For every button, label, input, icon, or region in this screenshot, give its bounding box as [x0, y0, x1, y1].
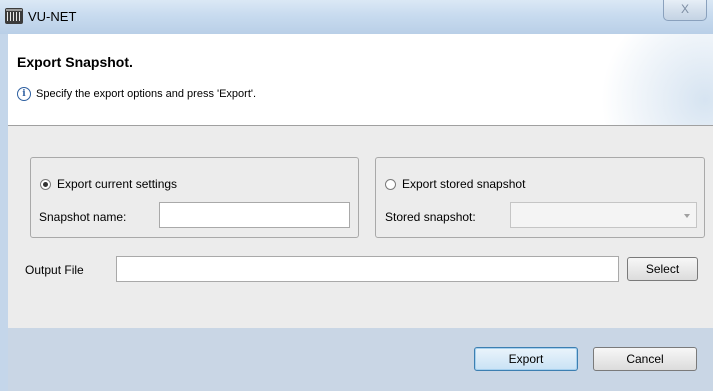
export-stored-radio[interactable] [385, 179, 396, 190]
snapshot-name-label: Snapshot name: [39, 210, 127, 224]
export-stored-label[interactable]: Export stored snapshot [402, 177, 525, 191]
stored-snapshot-label: Stored snapshot: [385, 210, 476, 224]
close-icon: X [680, 2, 689, 16]
dialog-title: Export Snapshot. [17, 54, 133, 70]
export-current-radio[interactable] [40, 179, 51, 190]
output-file-label: Output File [25, 263, 84, 277]
cancel-button[interactable]: Cancel [593, 347, 697, 371]
export-button[interactable]: Export [474, 347, 578, 371]
info-icon: i [17, 87, 31, 101]
title-bar[interactable]: VU-NET X [0, 0, 713, 34]
chevron-down-icon [684, 214, 690, 218]
snapshot-name-input[interactable] [159, 202, 350, 228]
export-current-label[interactable]: Export current settings [57, 177, 177, 191]
dialog-description: Specify the export options and press 'Ex… [36, 88, 257, 100]
current-settings-panel: Export current settings Snapshot name: [30, 157, 359, 238]
output-file-input[interactable] [116, 256, 619, 282]
dialog-window: VU-NET X Export Snapshot. i Specify the … [0, 0, 713, 391]
window-title: VU-NET [28, 9, 77, 24]
select-file-button[interactable]: Select [627, 257, 698, 281]
dialog-footer: Export Cancel [8, 328, 713, 391]
app-icon [5, 8, 23, 24]
stored-snapshot-panel: Export stored snapshot Stored snapshot: [375, 157, 705, 238]
dialog-header: Export Snapshot. i Specify the export op… [8, 34, 713, 126]
dialog-content: Export Snapshot. i Specify the export op… [8, 34, 713, 391]
close-button[interactable]: X [663, 0, 707, 21]
stored-snapshot-select[interactable] [510, 202, 697, 228]
